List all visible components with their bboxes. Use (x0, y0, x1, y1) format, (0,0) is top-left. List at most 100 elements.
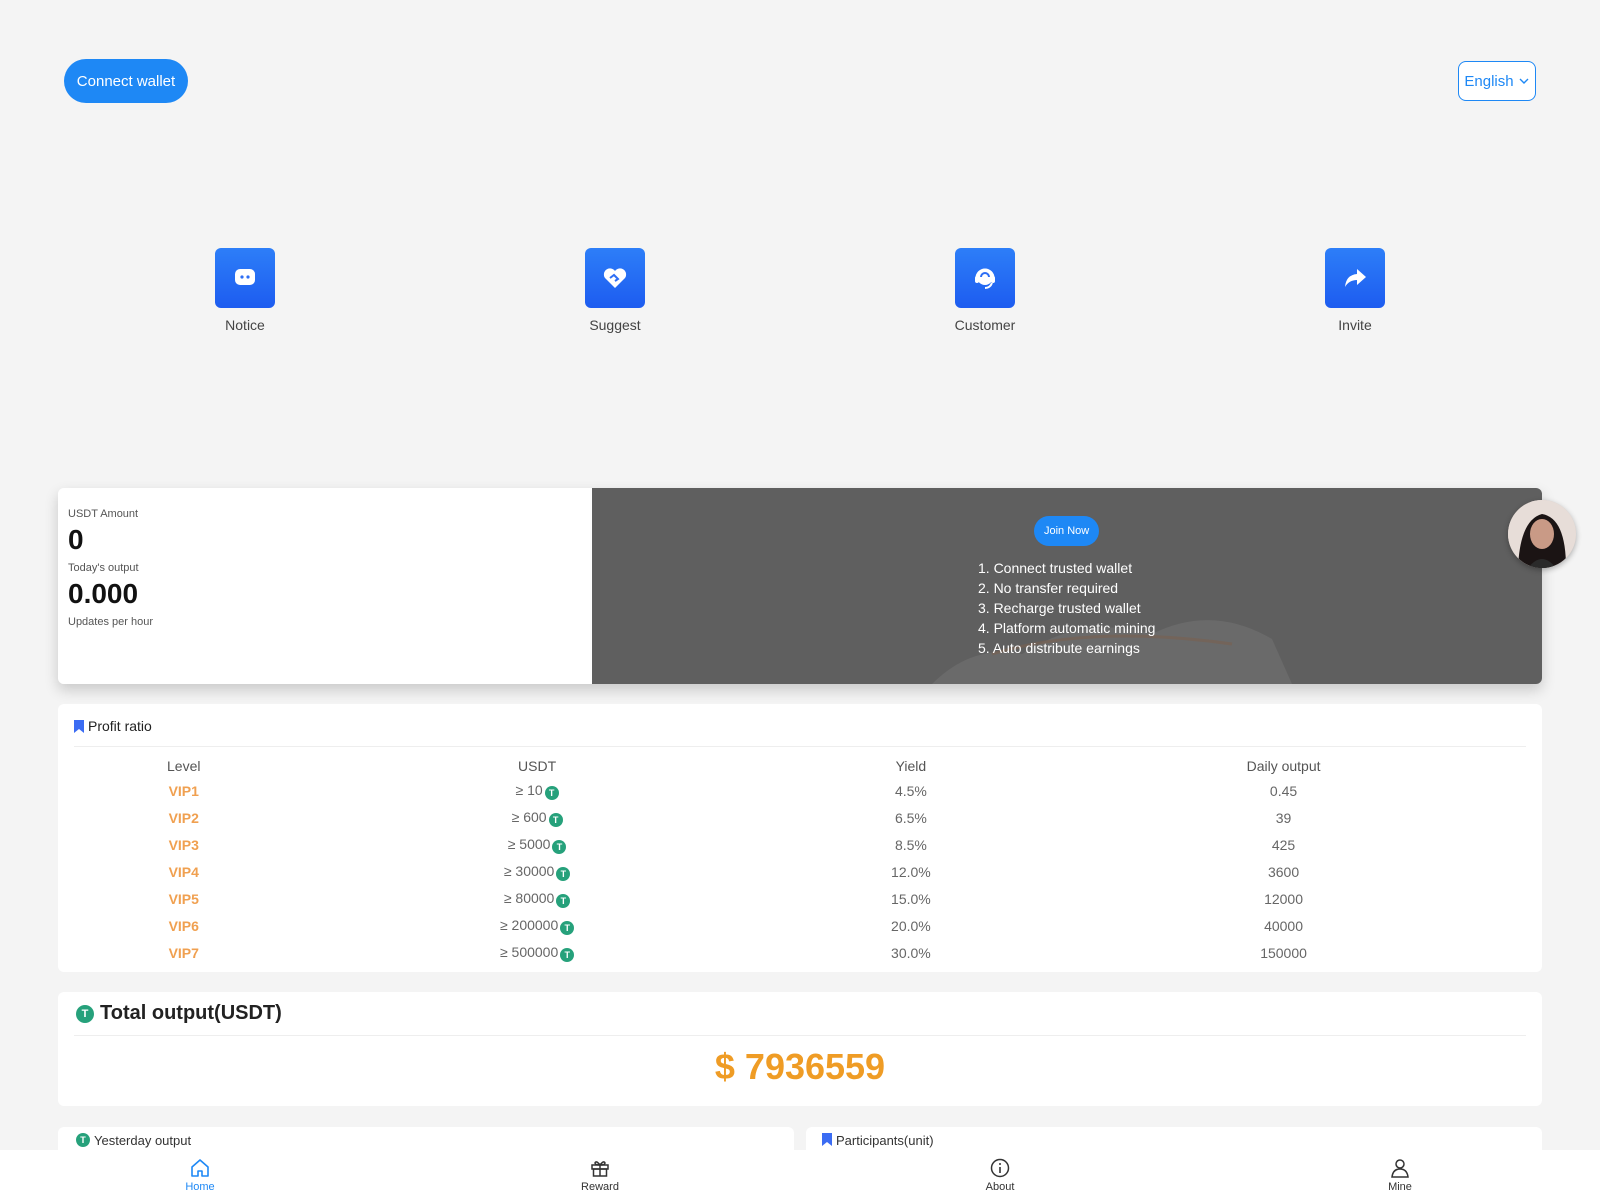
mining-banner: USDT Amount 0 Today's output 0.000 Updat… (58, 488, 1542, 684)
chat-icon (235, 269, 255, 285)
headset-icon (975, 268, 995, 289)
profit-ratio-header: Profit ratio (74, 718, 1526, 747)
cell-usdt: ≥ 600 T (293, 804, 780, 831)
quick-action-suggest[interactable]: Suggest (555, 248, 675, 333)
usdt-amount-label: USDT Amount (68, 508, 139, 520)
bookmark-icon (822, 1133, 832, 1146)
language-select[interactable]: English (1458, 61, 1536, 101)
cell-daily: 40000 (1264, 917, 1304, 934)
total-output-title: Total output(USDT) (100, 1002, 282, 1024)
cell-level: VIP7 (168, 944, 199, 961)
tab-label: Home (185, 1181, 215, 1193)
tab-label: About (985, 1181, 1015, 1193)
chevron-down-icon (1519, 78, 1529, 84)
step-item: 3. Recharge trusted wallet (978, 600, 1141, 616)
step-item: 5. Auto distribute earnings (978, 640, 1140, 656)
profit-ratio-card: Profit ratio Level USDT Yield Daily outp… (58, 704, 1542, 972)
table-row: VIP6 ≥ 200000 T 20.0% 40000 (74, 912, 1526, 939)
step-item: 4. Platform automatic mining (978, 620, 1156, 636)
col-yield: Yield (895, 758, 927, 774)
total-output-card: T Total output(USDT) $ 7936559 (58, 992, 1542, 1106)
quick-action-customer[interactable]: Customer (925, 248, 1045, 333)
cell-level: VIP4 (168, 863, 199, 880)
quick-action-notice[interactable]: Notice (185, 248, 305, 333)
cell-yield: 4.5% (894, 782, 927, 799)
cell-daily: 39 (1275, 809, 1292, 826)
step-item: 2. No transfer required (978, 580, 1119, 596)
quick-action-label: Customer (954, 317, 1016, 333)
cell-yield: 20.0% (891, 917, 931, 934)
col-daily: Daily output (1246, 758, 1321, 774)
table-row: VIP7 ≥ 500000 T 30.0% 150000 (74, 939, 1526, 966)
table-row: VIP5 ≥ 80000 T 15.0% 12000 (74, 885, 1526, 912)
table-row: VIP1 ≥ 10 T 4.5% 0.45 (74, 777, 1526, 804)
bookmark-icon (74, 719, 84, 733)
tether-icon: T (560, 947, 575, 962)
connect-wallet-button[interactable]: Connect wallet (64, 59, 188, 103)
info-icon (990, 1158, 1010, 1178)
tab-label: Mine (1388, 1181, 1412, 1193)
yesterday-output-title: Yesterday output (94, 1133, 192, 1148)
quick-action-invite[interactable]: Invite (1295, 248, 1415, 333)
cell-usdt: ≥ 5000 T (293, 831, 780, 858)
user-icon (1391, 1159, 1409, 1178)
tether-icon: T (548, 812, 563, 827)
heart-handshake-icon (603, 268, 627, 288)
table-row: VIP4 ≥ 30000 T 12.0% 3600 (74, 858, 1526, 885)
cell-daily: 425 (1271, 836, 1296, 853)
tab-home[interactable]: Home (0, 1150, 400, 1200)
tether-icon: T (76, 1004, 94, 1023)
cell-level: VIP2 (168, 809, 199, 826)
col-usdt: USDT (518, 758, 557, 774)
share-arrow-icon (1345, 269, 1366, 287)
table-row: VIP3 ≥ 5000 T 8.5% 425 (74, 831, 1526, 858)
steps-list: 1. Connect trusted wallet 2. No transfer… (978, 558, 1155, 658)
tether-icon: T (560, 920, 575, 935)
cell-usdt: ≥ 80000 T (293, 885, 780, 912)
cell-usdt: ≥ 30000 T (293, 858, 780, 885)
cell-level: VIP5 (168, 890, 199, 907)
support-avatar[interactable] (1508, 500, 1576, 568)
tether-icon: T (544, 785, 559, 800)
cell-level: VIP3 (168, 836, 199, 853)
language-label: English (1464, 72, 1514, 90)
gift-icon (591, 1161, 609, 1177)
todays-output-value: 0.000 (68, 578, 139, 609)
balance-panel: USDT Amount 0 Today's output 0.000 Updat… (58, 488, 592, 684)
tether-icon: T (76, 1133, 90, 1147)
todays-output-label: Today's output (68, 562, 139, 574)
cell-daily: 150000 (1260, 944, 1307, 961)
total-output-value: $ 7936559 (714, 1046, 886, 1087)
cell-level: VIP1 (168, 782, 199, 799)
cell-daily: 12000 (1264, 890, 1304, 907)
updates-note: Updates per hour (68, 616, 153, 628)
tab-label: Reward (581, 1181, 619, 1193)
quick-action-label: Notice (225, 317, 265, 333)
cell-yield: 8.5% (894, 836, 927, 853)
profit-ratio-title: Profit ratio (88, 718, 152, 734)
cell-usdt: ≥ 200000 T (293, 912, 780, 939)
table-row: VIP2 ≥ 600 T 6.5% 39 (74, 804, 1526, 831)
cell-usdt: ≥ 10 T (293, 777, 780, 804)
join-now-button[interactable]: Join Now (1034, 516, 1100, 546)
cell-yield: 15.0% (891, 890, 931, 907)
bottom-tab-bar: Home Reward About Mine (0, 1150, 1600, 1200)
person-photo-icon (1508, 500, 1576, 568)
tether-icon: T (556, 893, 571, 908)
quick-action-label: Suggest (589, 317, 641, 333)
home-icon (191, 1159, 209, 1177)
quick-action-label: Invite (1338, 317, 1372, 333)
cell-daily: 3600 (1267, 863, 1300, 880)
col-level: Level (167, 758, 201, 774)
cell-daily: 0.45 (1269, 782, 1298, 799)
total-output-header: T Total output(USDT) (74, 1002, 1526, 1036)
tab-mine[interactable]: Mine (1200, 1150, 1600, 1200)
step-item: 1. Connect trusted wallet (978, 560, 1133, 576)
participants-title: Participants(unit) (836, 1133, 934, 1148)
cell-usdt: ≥ 500000 T (293, 939, 780, 966)
tab-about[interactable]: About (800, 1150, 1200, 1200)
tether-icon: T (552, 839, 567, 854)
cell-yield: 30.0% (891, 944, 931, 961)
tab-reward[interactable]: Reward (400, 1150, 800, 1200)
usdt-amount-value: 0 (68, 524, 84, 555)
